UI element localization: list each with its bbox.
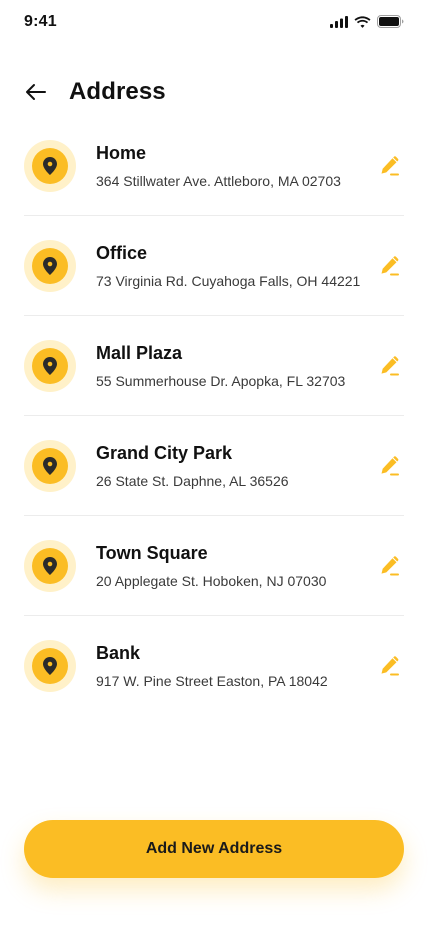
address-name: Town Square (96, 542, 208, 563)
header: Address (24, 72, 404, 112)
location-pin-icon (43, 256, 57, 275)
address-line: 20 Applegate St. Hoboken, NJ 07030 (96, 572, 327, 589)
address-name: Bank (96, 643, 141, 663)
address-name: Home (96, 142, 147, 163)
pencil-edit-icon (381, 155, 399, 175)
address-text: Bank 917 W. Pine Street Easton, PA 18042 (96, 642, 378, 690)
add-new-address-button[interactable]: Add New Address (24, 820, 404, 878)
pin-badge (24, 239, 76, 292)
location-pin-icon (43, 456, 57, 475)
address-item-town-square[interactable]: Town Square 20 Applegate St. Hoboken, NJ… (24, 516, 404, 616)
arrow-left-icon (26, 84, 46, 100)
address-line: 55 Summerhouse Dr. Apopka, FL 32703 (96, 372, 346, 389)
address-item-office[interactable]: Office 73 Virginia Rd. Cuyahoga Falls, O… (24, 216, 404, 316)
pin-badge (24, 339, 76, 392)
pencil-edit-icon (381, 355, 399, 375)
edit-address-button[interactable] (378, 254, 402, 278)
address-list: Home 364 Stillwater Ave. Attleboro, MA 0… (24, 116, 404, 716)
address-line: 73 Virginia Rd. Cuyahoga Falls, OH 44221 (96, 272, 361, 289)
location-pin-icon (43, 657, 57, 675)
edit-address-button[interactable] (378, 654, 402, 678)
address-text: Grand City Park 26 State St. Daphne, AL … (96, 442, 378, 490)
status-bar: 9:41 (0, 0, 428, 44)
address-text: Home 364 Stillwater Ave. Attleboro, MA 0… (96, 142, 378, 190)
address-item-grand-city-park[interactable]: Grand City Park 26 State St. Daphne, AL … (24, 416, 404, 516)
cellular-signal-icon (330, 15, 348, 28)
pin-badge (24, 640, 76, 692)
address-item-mall-plaza[interactable]: Mall Plaza 55 Summerhouse Dr. Apopka, FL… (24, 316, 404, 416)
address-line: 26 State St. Daphne, AL 36526 (96, 472, 289, 489)
pencil-edit-icon (381, 255, 399, 275)
pin-badge (24, 539, 76, 592)
back-button[interactable] (24, 78, 52, 106)
address-line: 364 Stillwater Ave. Attleboro, MA 02703 (96, 172, 341, 189)
address-text: Town Square 20 Applegate St. Hoboken, NJ… (96, 542, 378, 590)
edit-address-button[interactable] (378, 154, 402, 178)
edit-address-button[interactable] (378, 354, 402, 378)
address-name: Mall Plaza (96, 342, 183, 363)
pencil-edit-icon (381, 455, 399, 475)
address-item-home[interactable]: Home 364 Stillwater Ave. Attleboro, MA 0… (24, 116, 404, 216)
edit-address-button[interactable] (378, 554, 402, 578)
status-time: 9:41 (24, 13, 57, 30)
pin-badge (24, 139, 76, 192)
location-pin-icon (43, 356, 57, 375)
location-pin-icon (43, 556, 57, 575)
address-name: Grand City Park (96, 442, 233, 463)
address-text: Mall Plaza 55 Summerhouse Dr. Apopka, FL… (96, 342, 378, 390)
pin-badge (24, 439, 76, 492)
status-icons (330, 15, 404, 28)
address-text: Office 73 Virginia Rd. Cuyahoga Falls, O… (96, 242, 378, 290)
wifi-icon (354, 15, 371, 28)
battery-icon (377, 15, 404, 28)
address-item-bank[interactable]: Bank 917 W. Pine Street Easton, PA 18042 (24, 616, 404, 716)
pencil-edit-icon (381, 656, 399, 676)
page-title: Address (69, 78, 166, 105)
pencil-edit-icon (381, 555, 399, 575)
edit-address-button[interactable] (378, 454, 402, 478)
address-name: Office (96, 242, 148, 263)
address-line: 917 W. Pine Street Easton, PA 18042 (96, 673, 328, 689)
location-pin-icon (43, 156, 57, 175)
